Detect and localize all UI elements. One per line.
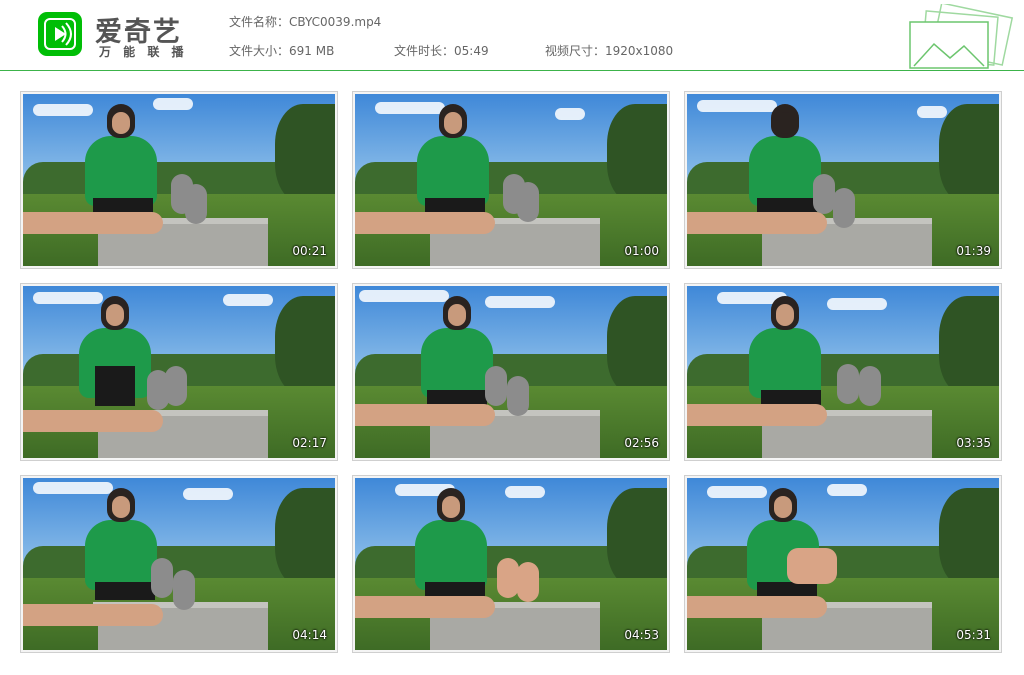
brand-tagline: 万 能 联 播: [99, 45, 188, 59]
header-divider: [0, 70, 1024, 71]
video-thumbnail[interactable]: 03:35: [684, 283, 1002, 461]
photos-decoration-icon: [909, 4, 1014, 69]
file-name-label: 文件名称：: [229, 15, 290, 29]
file-size-value: 691 MB: [289, 44, 335, 58]
thumbnail-image: [355, 286, 667, 458]
timestamp: 00:21: [292, 244, 327, 258]
timestamp: 04:53: [624, 628, 659, 642]
timestamp: 03:35: [956, 436, 991, 450]
thumbnail-image: [687, 478, 999, 650]
thumbnail-image: [23, 478, 335, 650]
timestamp: 02:56: [624, 436, 659, 450]
video-resolution-value: 1920x1080: [605, 44, 674, 58]
video-thumbnail[interactable]: 04:53: [352, 475, 670, 653]
file-duration: 文件时长：05:49: [394, 42, 489, 59]
file-duration-value: 05:49: [454, 44, 489, 58]
file-size: 文件大小：691 MB: [229, 42, 334, 59]
video-resolution: 视频尺寸：1920x1080: [545, 42, 673, 59]
thumbnail-image: [23, 286, 335, 458]
file-name-value: CBYC0039.mp4: [289, 15, 382, 29]
video-thumbnail[interactable]: 02:17: [20, 283, 338, 461]
thumbnail-image: [355, 94, 667, 266]
thumbnail-image: [687, 94, 999, 266]
file-duration-label: 文件时长：: [394, 44, 455, 58]
video-thumbnail[interactable]: 02:56: [352, 283, 670, 461]
timestamp: 04:14: [292, 628, 327, 642]
header: 爱奇艺 万 能 联 播 文件名称：CBYC0039.mp4 文件大小：691 M…: [0, 0, 1024, 72]
iqiyi-logo-icon: [38, 12, 82, 56]
timestamp: 02:17: [292, 436, 327, 450]
file-name: 文件名称：CBYC0039.mp4: [229, 13, 381, 30]
thumbnail-image: [687, 286, 999, 458]
video-resolution-label: 视频尺寸：: [545, 44, 606, 58]
timestamp: 01:39: [956, 244, 991, 258]
thumbnail-image: [23, 94, 335, 266]
file-size-label: 文件大小：: [229, 44, 290, 58]
thumbnail-image: [355, 478, 667, 650]
video-thumbnail[interactable]: 05:31: [684, 475, 1002, 653]
video-thumbnail[interactable]: 01:00: [352, 91, 670, 269]
video-thumbnail[interactable]: 00:21: [20, 91, 338, 269]
timestamp: 05:31: [956, 628, 991, 642]
video-thumbnail[interactable]: 01:39: [684, 91, 1002, 269]
timestamp: 01:00: [624, 244, 659, 258]
video-thumbnail[interactable]: 04:14: [20, 475, 338, 653]
